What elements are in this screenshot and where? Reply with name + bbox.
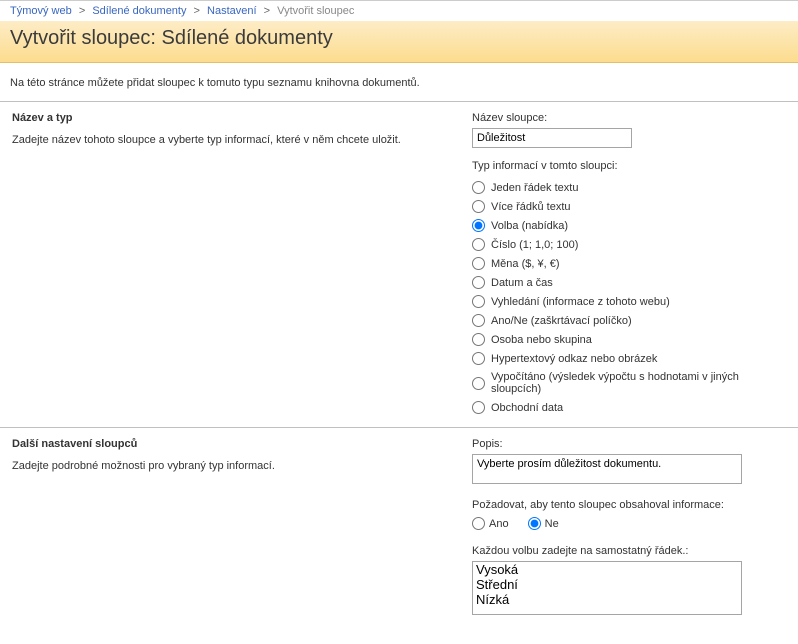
require-no-radio[interactable] (528, 517, 541, 530)
column-type-option[interactable]: Jeden řádek textu (472, 178, 786, 197)
column-type-option[interactable]: Osoba nebo skupina (472, 330, 786, 349)
page-title: Vytvořit sloupec: Sdílené dokumenty (10, 27, 788, 50)
require-yes-label: Ano (489, 518, 509, 530)
column-type-radio-list: Jeden řádek textu Více řádků textu Volba (… (472, 178, 786, 417)
breadcrumbs: Týmový web > Sdílené dokumenty > Nastave… (0, 0, 798, 21)
column-type-label: Typ informací v tomto sloupci: (472, 160, 786, 172)
section-additional-settings: Další nastavení sloupců Zadejte podrobné… (0, 427, 798, 628)
column-type-option-label: Ano/Ne (zaškrtávací políčko) (491, 315, 632, 327)
section-heading-name-type: Název a typ (12, 112, 448, 124)
column-type-radio[interactable] (472, 401, 485, 414)
column-type-option-label: Vypočítáno (výsledek výpočtu s hodnotami… (491, 371, 786, 395)
choices-textarea[interactable] (472, 561, 742, 615)
column-type-option[interactable]: Datum a čas (472, 273, 786, 292)
column-type-option-label: Měna ($, ¥, €) (491, 258, 559, 270)
column-type-radio[interactable] (472, 276, 485, 289)
column-type-radio[interactable] (472, 257, 485, 270)
breadcrumb-separator: > (264, 5, 270, 17)
column-type-radio[interactable] (472, 181, 485, 194)
column-type-option-label: Obchodní data (491, 402, 563, 414)
breadcrumb-link-shared-docs[interactable]: Sdílené dokumenty (92, 5, 186, 17)
column-type-option-label: Jeden řádek textu (491, 182, 578, 194)
column-type-radio[interactable] (472, 377, 485, 390)
breadcrumb-link-team-web[interactable]: Týmový web (10, 5, 72, 17)
breadcrumb-current: Vytvořit sloupec (277, 5, 354, 17)
column-type-option-label: Vyhledání (informace z tohoto webu) (491, 296, 670, 308)
breadcrumb-link-settings[interactable]: Nastavení (207, 5, 257, 17)
column-type-option-label: Číslo (1; 1,0; 100) (491, 239, 578, 251)
column-type-radio[interactable] (472, 219, 485, 232)
column-type-radio[interactable] (472, 352, 485, 365)
require-label: Požadovat, aby tento sloupec obsahoval i… (472, 499, 786, 511)
column-type-option-label: Datum a čas (491, 277, 553, 289)
column-type-radio[interactable] (472, 200, 485, 213)
page-title-bar: Vytvořit sloupec: Sdílené dokumenty (0, 21, 798, 63)
column-type-option[interactable]: Vyhledání (informace z tohoto webu) (472, 292, 786, 311)
column-type-option[interactable]: Hypertextový odkaz nebo obrázek (472, 349, 786, 368)
column-name-input[interactable] (472, 128, 632, 148)
section-heading-additional: Další nastavení sloupců (12, 438, 448, 450)
page-description: Na této stránce můžete přidat sloupec k … (0, 63, 798, 101)
require-yes-radio[interactable] (472, 517, 485, 530)
require-yes-option[interactable]: Ano (472, 517, 509, 530)
column-type-option[interactable]: Ano/Ne (zaškrtávací políčko) (472, 311, 786, 330)
column-type-option-label: Volba (nabídka) (491, 220, 568, 232)
breadcrumb-separator: > (194, 5, 200, 17)
column-type-option-label: Více řádků textu (491, 201, 571, 213)
column-type-option[interactable]: Číslo (1; 1,0; 100) (472, 235, 786, 254)
description-textarea[interactable] (472, 454, 742, 484)
column-type-option[interactable]: Měna ($, ¥, €) (472, 254, 786, 273)
column-type-radio[interactable] (472, 333, 485, 346)
require-no-option[interactable]: Ne (528, 517, 559, 530)
require-no-label: Ne (545, 518, 559, 530)
breadcrumb-separator: > (79, 5, 85, 17)
column-type-option-label: Osoba nebo skupina (491, 334, 592, 346)
column-type-option[interactable]: Vypočítáno (výsledek výpočtu s hodnotami… (472, 368, 786, 398)
column-type-radio[interactable] (472, 238, 485, 251)
column-type-option[interactable]: Obchodní data (472, 398, 786, 417)
column-type-radio[interactable] (472, 314, 485, 327)
section-subheading-name-type: Zadejte název tohoto sloupce a vyberte t… (12, 134, 448, 146)
column-name-label: Název sloupce: (472, 112, 786, 124)
choices-label: Každou volbu zadejte na samostatný řádek… (472, 545, 786, 557)
column-type-option[interactable]: Více řádků textu (472, 197, 786, 216)
section-subheading-additional: Zadejte podrobné možnosti pro vybraný ty… (12, 460, 448, 472)
column-type-option-label: Hypertextový odkaz nebo obrázek (491, 353, 657, 365)
description-label: Popis: (472, 438, 786, 450)
column-type-option[interactable]: Volba (nabídka) (472, 216, 786, 235)
column-type-radio[interactable] (472, 295, 485, 308)
section-name-type: Název a typ Zadejte název tohoto sloupce… (0, 101, 798, 427)
